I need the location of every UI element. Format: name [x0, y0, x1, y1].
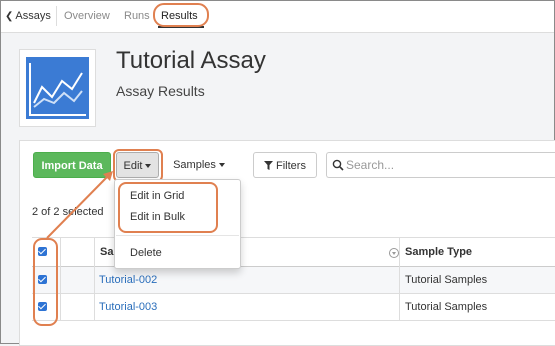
- annotation-arrow: [46, 171, 113, 239]
